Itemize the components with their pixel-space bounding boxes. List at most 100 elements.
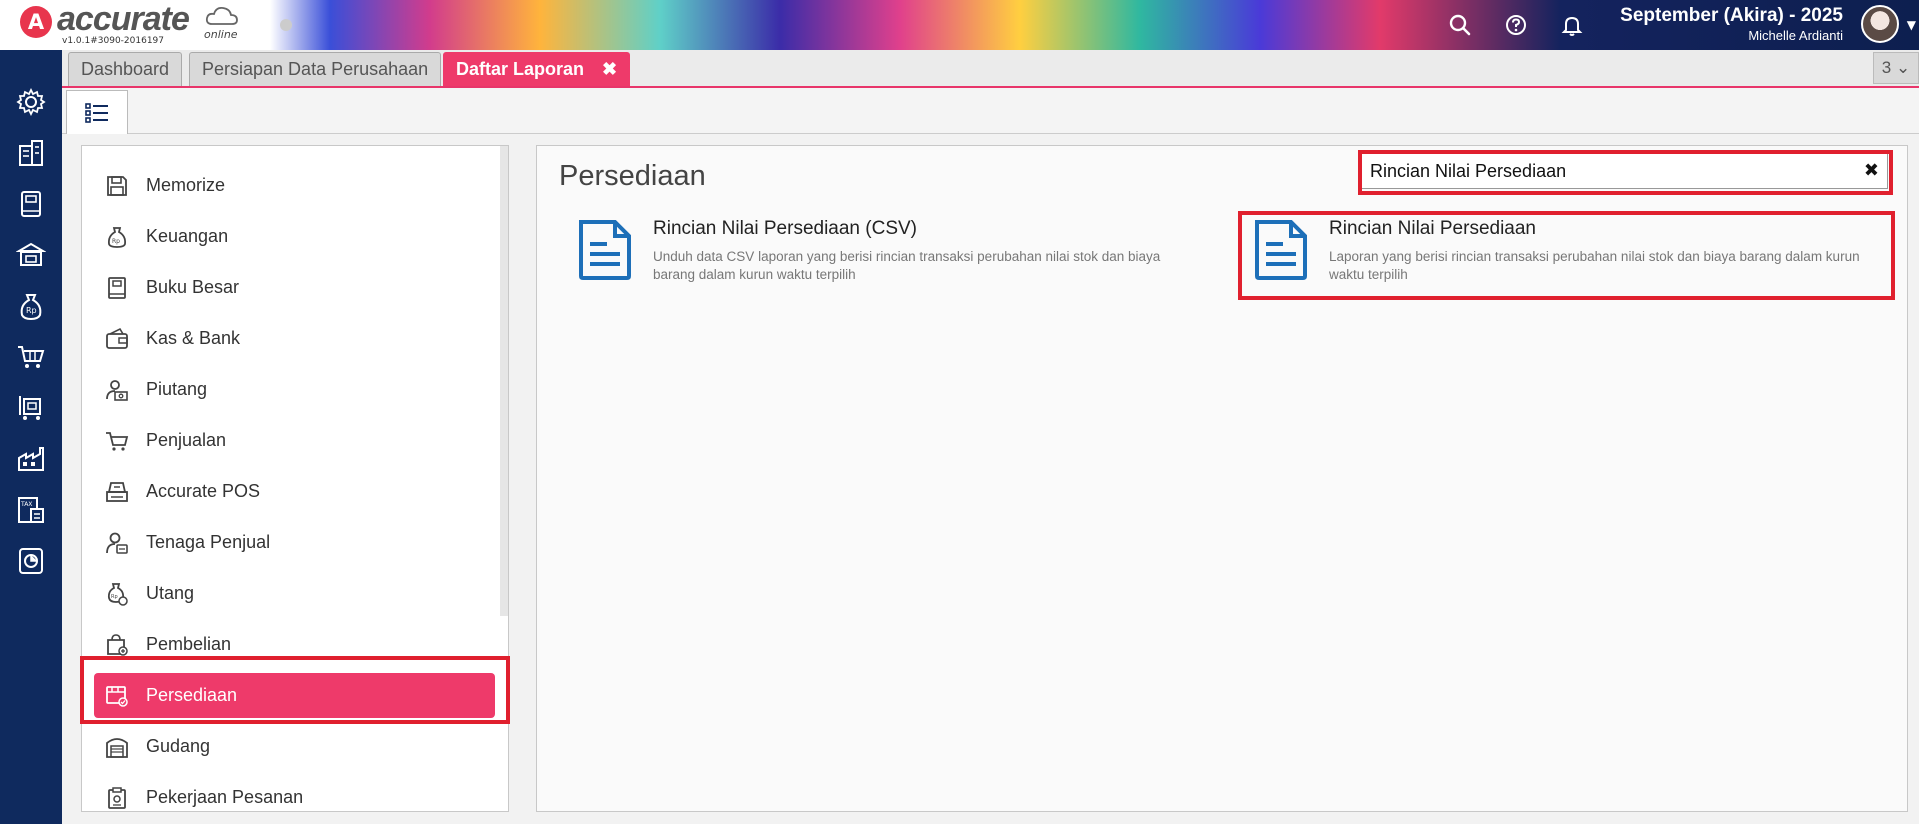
wallet-icon [104,326,130,352]
menu-item-buku-besar[interactable]: Buku Besar [94,265,495,310]
menu-item-label: Memorize [146,175,226,195]
company-info[interactable]: September (Akira) - 2025 Michelle Ardian… [1620,5,1843,43]
book-icon[interactable] [14,187,48,221]
salesperson-icon [104,530,130,556]
avatar[interactable] [1861,5,1899,43]
receivable-icon [104,377,130,403]
menu-item-label: Piutang [146,379,208,399]
menu-item-label: Tenaga Penjual [146,532,271,552]
tab-label: Dashboard [81,59,170,79]
menu-item-persediaan[interactable]: Persediaan [94,673,495,718]
tax-icon[interactable]: TAX [14,493,48,527]
building-icon[interactable] [14,136,48,170]
ledger-icon [104,275,130,301]
menu-item-label: Penjualan [146,430,227,450]
payable-icon: Rp [104,581,130,607]
menu-item-gudang[interactable]: Gudang [94,724,495,769]
close-icon[interactable]: ✖ [602,53,617,85]
version-label: v1.0.1#3090-2016197 [62,36,165,46]
tab-count-dropdown[interactable]: 3 ⌄ [1873,52,1919,84]
inventory-icon [104,683,130,709]
report-description: Laporan yang berisi rincian transaksi pe… [1329,248,1860,284]
svg-text:Rp: Rp [111,594,118,600]
menu-item-tenaga-penjual[interactable]: Tenaga Penjual [94,520,495,565]
document-icon [579,220,631,280]
svg-text:Rp: Rp [112,238,120,245]
report-description-line: barang dalam kurun waktu terpilih [653,267,856,282]
chevron-down-icon[interactable]: ▼ [1907,18,1916,32]
money-bag-icon[interactable]: Rp [14,289,48,323]
pos-icon [104,479,130,505]
tab-label: Persiapan Data Perusahaan [202,59,429,79]
tab-persiapan-data[interactable]: Persiapan Data Perusahaan [189,52,442,86]
report-title: Rincian Nilai Persediaan (CSV) [653,218,917,239]
floppy-icon [104,173,130,199]
gear-icon[interactable] [14,85,48,119]
tab-daftar-laporan[interactable]: Daftar Laporan ✖ [443,52,631,86]
search-box[interactable]: ✖ [1361,153,1888,189]
report-item-rincian-nilai[interactable]: Rincian Nilai Persediaan Laporan yang be… [1251,218,1891,294]
menu-item-label: Accurate POS [146,481,261,501]
menu-item-label: Pembelian [146,634,232,654]
cart-icon[interactable] [14,340,48,374]
page-title: Persediaan [559,160,706,192]
menu-item-label: Keuangan [146,226,229,246]
tab-count: 3 [1881,58,1892,77]
list-icon [85,102,108,123]
menu-item-keuangan[interactable]: Rp Keuangan [94,214,495,259]
cart-icon [104,428,130,454]
tabs-bar: Dashboard Persiapan Data Perusahaan Daft… [62,50,1919,88]
report-description-line: Laporan yang berisi rincian transaksi pe… [1329,249,1860,264]
report-description-line: Unduh data CSV laporan yang berisi rinci… [653,249,1161,264]
svg-text:Rp: Rp [26,306,37,315]
clear-icon[interactable]: ✖ [1864,160,1879,181]
menu-item-penjualan[interactable]: Penjualan [94,418,495,463]
logo[interactable]: A accurate online v1.0.1#3090-2016197 [0,0,270,50]
list-view-button[interactable] [66,90,128,134]
scrollbar[interactable] [500,146,508,616]
menu-item-piutang[interactable]: Piutang [94,367,495,412]
company-name: September (Akira) - 2025 [1620,5,1843,26]
menu-item-label: Buku Besar [146,277,240,297]
menu-item-accurate-pos[interactable]: Accurate POS [94,469,495,514]
logo-sub: online [204,28,238,41]
factory-icon[interactable] [14,442,48,476]
menu-item-label: Persediaan [146,685,238,705]
purchase-bag-icon [104,632,130,658]
warehouse-icon [104,734,130,760]
job-order-icon [104,785,130,811]
menu-item-pekerjaan-pesanan[interactable]: Pekerjaan Pesanan [94,775,495,811]
search-input[interactable] [1370,157,1840,185]
left-nav: Rp TAX [0,50,62,824]
report-title: Rincian Nilai Persediaan [1329,218,1536,239]
tab-dashboard[interactable]: Dashboard [68,52,183,86]
menu-item-label: Utang [146,583,195,603]
chart-icon[interactable] [14,544,48,578]
help-icon[interactable] [1503,12,1529,38]
menu-item-kas-bank[interactable]: Kas & Bank [94,316,495,361]
report-list-panel: Persediaan ✖ Rincian Nilai Persediaan (C… [536,145,1908,812]
money-bag-icon: Rp [104,224,130,250]
menu-item-pembelian[interactable]: Pembelian [94,622,495,667]
menu-item-label: Pekerjaan Pesanan [146,787,304,807]
menu-item-memorize[interactable]: Memorize [94,163,495,208]
search-icon[interactable] [1447,12,1473,38]
report-description: Unduh data CSV laporan yang berisi rinci… [653,248,1160,284]
logo-text: accurate [57,0,190,38]
document-icon [1255,220,1307,280]
bank-icon[interactable] [14,238,48,272]
logo-mark: A [20,6,52,38]
report-item-csv[interactable]: Rincian Nilai Persediaan (CSV) Unduh dat… [575,218,1195,294]
svg-text:TAX: TAX [20,501,32,508]
status-dot [280,19,292,31]
top-bar: A accurate online v1.0.1#3090-2016197 Se… [0,0,1919,50]
report-category-panel: Memorize Rp Keuangan Buku Besar Kas & Ba… [81,145,509,812]
pos-icon[interactable] [14,391,48,425]
tab-label: Daftar Laporan [456,59,585,79]
menu-item-label: Kas & Bank [146,328,241,348]
user-name: Michelle Ardianti [1748,28,1843,43]
menu-item-label: Gudang [146,736,211,756]
bell-icon[interactable] [1559,12,1585,38]
menu-item-utang[interactable]: Rp Utang [94,571,495,616]
cloud-icon [205,6,238,25]
